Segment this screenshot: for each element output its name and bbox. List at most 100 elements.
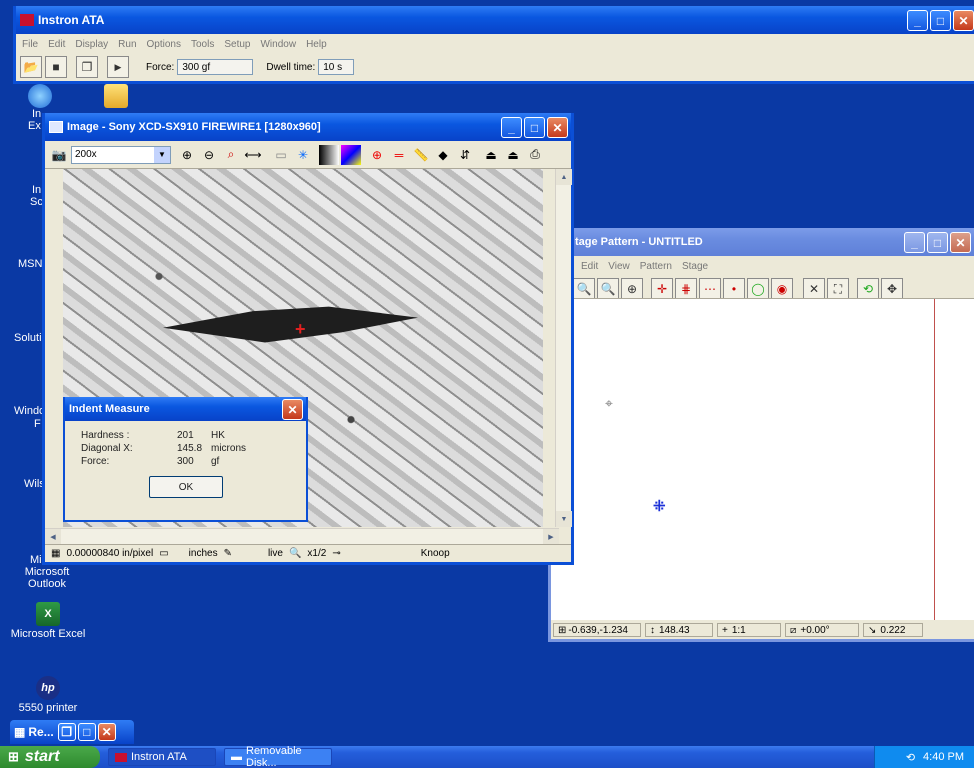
point-icon[interactable]: ✛: [651, 278, 673, 300]
zoom-select[interactable]: 200x ▼: [71, 145, 171, 164]
stage-down-icon[interactable]: ⏏: [503, 145, 523, 165]
distance-icon: ↘: [868, 624, 877, 636]
taskbar-item-removable-disk[interactable]: ▬ Removable Disk...: [224, 745, 332, 768]
run-arrow-icon[interactable]: ▶: [107, 56, 129, 78]
dot-pattern-icon[interactable]: •: [723, 278, 745, 300]
ok-button[interactable]: OK: [149, 476, 223, 498]
maximize-button[interactable]: □: [930, 10, 951, 31]
minimized-window[interactable]: ▦ Re... ❐ □ ✕: [10, 720, 134, 744]
ruler-icon[interactable]: 📏: [411, 145, 431, 165]
dwell-time-field[interactable]: 10 s: [318, 59, 355, 75]
desktop-partial-label[interactable]: Sc: [30, 196, 43, 209]
menu-run[interactable]: Run: [118, 39, 136, 50]
desktop-icon-excel[interactable]: X Microsoft Excel: [10, 602, 86, 640]
zoom-in-icon[interactable]: ⊕: [177, 145, 197, 165]
menu-setup[interactable]: Setup: [224, 39, 250, 50]
menu-options[interactable]: Options: [147, 39, 181, 50]
minimize-button[interactable]: _: [501, 117, 522, 138]
stage-coords: ⊞ -0.639,-1.234: [553, 623, 641, 637]
network-icon[interactable]: ⟲: [906, 751, 915, 764]
stage-menubar: Edit View Pattern Stage: [551, 256, 974, 276]
fit-width-icon[interactable]: ⟷: [243, 145, 263, 165]
close-button[interactable]: ✕: [547, 117, 568, 138]
desktop-icon-outlook[interactable]: Microsoft Outlook: [10, 566, 86, 590]
maximize-button[interactable]: □: [927, 232, 948, 253]
desktop-icon-internet-explorer[interactable]: [10, 84, 70, 110]
knoop-indent: [163, 306, 418, 343]
start-button[interactable]: ⊞ start: [0, 746, 100, 768]
copy-icon[interactable]: ❐: [76, 56, 98, 78]
desktop-partial-label[interactable]: Soluti: [14, 332, 42, 345]
minimize-button[interactable]: _: [907, 10, 928, 31]
open-folder-icon[interactable]: 📂: [20, 56, 42, 78]
desktop-icon-shortcut[interactable]: [86, 84, 146, 110]
desktop-partial-label[interactable]: Windo: [14, 405, 45, 418]
fit-view-icon[interactable]: ⛶: [827, 278, 849, 300]
delete-icon[interactable]: ✕: [803, 278, 825, 300]
menu-edit[interactable]: Edit: [48, 39, 65, 50]
rotate-icon[interactable]: ⟲: [857, 278, 879, 300]
color-palette-icon[interactable]: [341, 144, 361, 165]
save-icon[interactable]: ■: [45, 56, 67, 78]
desktop-partial-label[interactable]: MSN: [18, 258, 42, 271]
menu-pattern[interactable]: Pattern: [640, 261, 672, 272]
stage-up-icon[interactable]: ⏏: [481, 145, 501, 165]
maximize-button[interactable]: □: [77, 723, 96, 741]
image-titlebar[interactable]: Image - Sony XCD-SX910 FIREWIRE1 [1280x9…: [45, 113, 571, 141]
stage-canvas[interactable]: ⌖ ⁜: [551, 298, 974, 620]
force-field[interactable]: 300 gf: [177, 59, 254, 75]
close-button[interactable]: ✕: [282, 399, 303, 420]
scroll-up-icon[interactable]: ▲: [556, 169, 572, 185]
zoom-out-icon[interactable]: 🔍: [573, 278, 595, 300]
menu-view[interactable]: View: [608, 261, 630, 272]
crosshair-icon[interactable]: ⊕: [367, 145, 387, 165]
close-button[interactable]: ✕: [97, 723, 116, 741]
restore-button[interactable]: ❐: [57, 723, 76, 741]
menu-help[interactable]: Help: [306, 39, 327, 50]
indent-icon[interactable]: ◆: [433, 145, 453, 165]
move-stage-icon[interactable]: ✥: [881, 278, 903, 300]
clock[interactable]: 4:40 PM: [923, 751, 964, 763]
desktop-partial-label[interactable]: Ex: [28, 120, 41, 133]
close-button[interactable]: ✕: [950, 232, 971, 253]
vertical-scrollbar[interactable]: ▲ ▼: [555, 169, 572, 527]
menu-display[interactable]: Display: [75, 39, 108, 50]
horizontal-scrollbar[interactable]: ◀ ▶: [45, 528, 559, 545]
desktop-partial-label[interactable]: F: [34, 418, 41, 431]
scroll-left-icon[interactable]: ◀: [45, 529, 61, 545]
pencil-icon: ✎: [223, 548, 232, 559]
taskbar-item-instron[interactable]: Instron ATA: [108, 748, 216, 766]
maximize-button[interactable]: □: [524, 117, 545, 138]
zoom-out-icon[interactable]: ⊖: [199, 145, 219, 165]
zoom-reset-icon[interactable]: ⌕: [221, 145, 241, 165]
frame-icon[interactable]: ▭: [271, 145, 291, 165]
focus-icon[interactable]: ⇵: [455, 145, 475, 165]
dialog-titlebar[interactable]: Indent Measure ✕: [65, 397, 306, 421]
desktop-icon-printer[interactable]: hp 5550 printer: [10, 676, 86, 714]
menu-tools[interactable]: Tools: [191, 39, 214, 50]
grayscale-icon[interactable]: [319, 144, 339, 165]
target-pattern-icon[interactable]: ◉: [771, 278, 793, 300]
zoom-fit-icon[interactable]: ⊕: [621, 278, 643, 300]
minimize-button[interactable]: _: [904, 232, 925, 253]
scroll-right-icon[interactable]: ▶: [543, 529, 559, 545]
instron-logo-icon: [115, 752, 127, 762]
menu-file[interactable]: File: [22, 39, 38, 50]
scroll-down-icon[interactable]: ▼: [556, 511, 572, 527]
print-icon[interactable]: ⎙: [525, 145, 545, 165]
camera-icon[interactable]: 📷: [49, 145, 69, 165]
grid-pattern-icon[interactable]: ⋕: [675, 278, 697, 300]
circle-pattern-icon[interactable]: ◯: [747, 278, 769, 300]
main-titlebar[interactable]: Instron ATA _ □ ✕: [16, 6, 974, 34]
taskbar: ⊞ start Instron ATA ▬ Removable Disk... …: [0, 745, 974, 768]
close-button[interactable]: ✕: [953, 10, 974, 31]
stage-angle: ⧄ +0.00°: [785, 623, 859, 637]
zoom-in-icon[interactable]: 🔍: [597, 278, 619, 300]
menu-stage[interactable]: Stage: [682, 261, 708, 272]
stage-titlebar[interactable]: tage Pattern - UNTITLED _ □ ✕: [551, 228, 974, 256]
light-icon[interactable]: ✳: [293, 145, 313, 165]
menu-window[interactable]: Window: [260, 39, 296, 50]
menu-edit[interactable]: Edit: [581, 261, 598, 272]
line-pattern-icon[interactable]: ⋯: [699, 278, 721, 300]
line-measure-icon[interactable]: ═: [389, 145, 409, 165]
